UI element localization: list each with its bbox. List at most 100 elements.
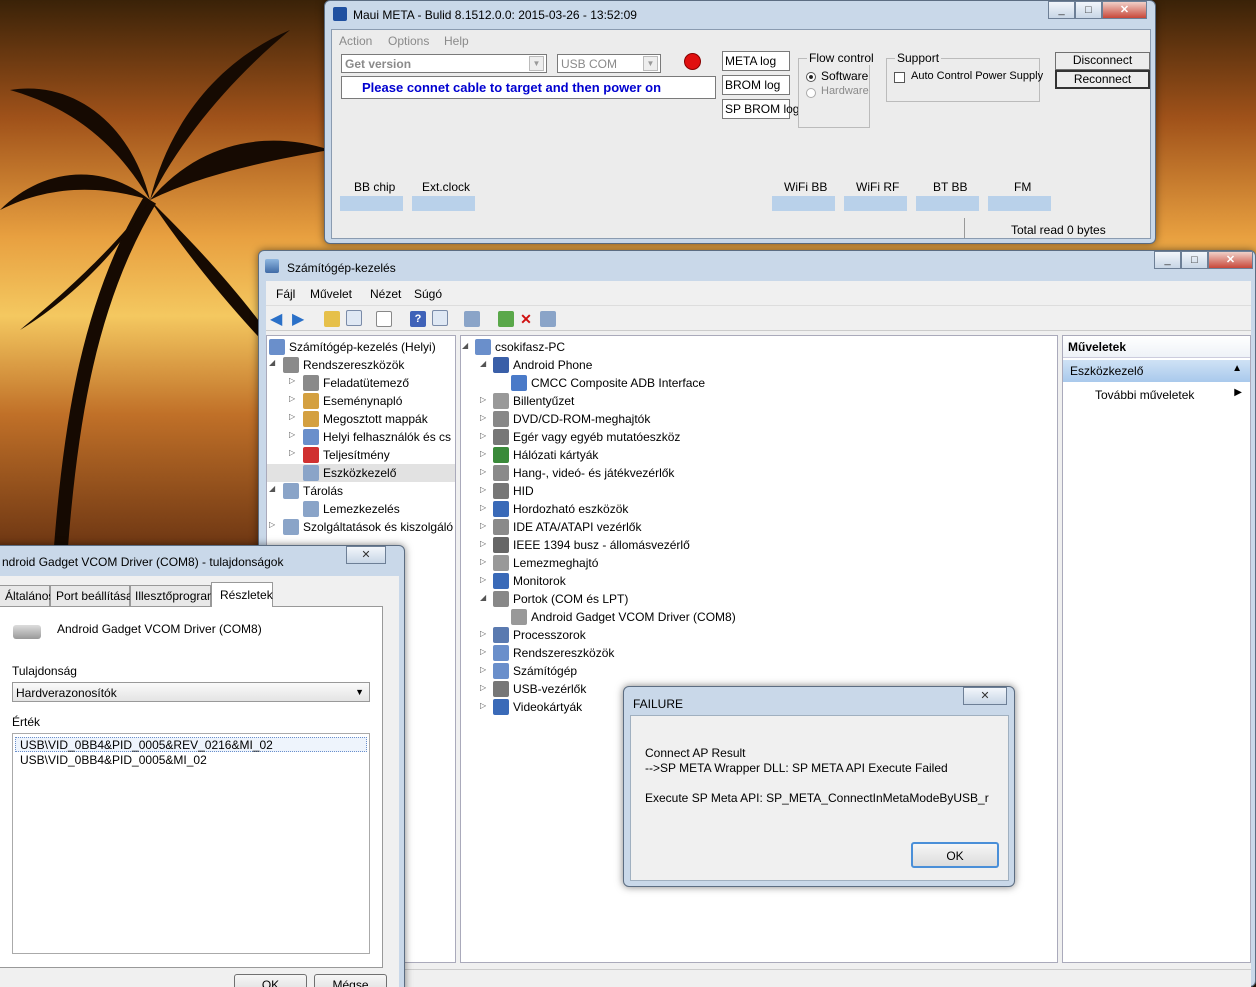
expand-arrow-icon[interactable]: ▷	[269, 520, 275, 529]
device-tree-item[interactable]: ▷ Hordozható eszközök	[461, 500, 1057, 518]
hardware-radio[interactable]	[806, 88, 816, 98]
expand-arrow-icon[interactable]: ▷	[480, 467, 486, 476]
collapse-arrow-icon[interactable]: ◢	[462, 341, 468, 350]
forward-icon[interactable]: ▶	[292, 309, 304, 329]
expand-arrow-icon[interactable]: ▷	[289, 412, 295, 421]
tree-storage[interactable]: ◢ Tárolás	[267, 482, 455, 500]
device-tree-item[interactable]: ▷ Hálózati kártyák	[461, 446, 1057, 464]
cancel-button[interactable]: Mégse	[314, 974, 387, 987]
software-radio[interactable]	[806, 72, 816, 82]
expand-arrow-icon[interactable]: ▷	[289, 430, 295, 439]
enable-device-icon[interactable]	[540, 311, 556, 327]
expand-arrow-icon[interactable]: ▷	[480, 395, 486, 404]
value-list[interactable]: USB\VID_0BB4&PID_0005&REV_0216&MI_02 USB…	[12, 733, 370, 954]
expand-arrow-icon[interactable]: ▷	[480, 701, 486, 710]
menu-help[interactable]: Súgó	[414, 287, 442, 301]
uninstall-icon[interactable]: ✕	[518, 311, 534, 327]
update-driver-icon[interactable]	[498, 311, 514, 327]
expand-arrow-icon[interactable]: ▷	[289, 448, 295, 457]
tree-system-tools[interactable]: ◢ Rendszereszközök	[267, 356, 455, 374]
expand-arrow-icon[interactable]: ▷	[289, 376, 295, 385]
brom-log-button[interactable]: BROM log	[722, 75, 790, 95]
actions-section-device-manager[interactable]: Eszközkezelő ▲	[1063, 360, 1250, 382]
menu-action[interactable]: Művelet	[310, 287, 352, 301]
expand-arrow-icon[interactable]: ▷	[480, 449, 486, 458]
tree-services[interactable]: ▷ Szolgáltatások és kiszolgáló	[267, 518, 455, 536]
port-select[interactable]: USB COM ▼	[557, 54, 661, 73]
device-tree-item[interactable]: Android Gadget VCOM Driver (COM8)	[461, 608, 1057, 626]
tree-device-manager[interactable]: Eszközkezelő	[267, 464, 455, 482]
list-item[interactable]: USB\VID_0BB4&PID_0005&REV_0216&MI_02	[15, 737, 367, 752]
auto-power-checkbox[interactable]	[894, 72, 905, 83]
close-button[interactable]: ✕	[1208, 251, 1253, 269]
tree-performance[interactable]: ▷ Teljesítmény	[267, 446, 455, 464]
expand-arrow-icon[interactable]: ▷	[480, 557, 486, 566]
tab-port-settings[interactable]: Port beállítása	[50, 585, 133, 606]
device-tree-item[interactable]: ▷ Billentyűzet	[461, 392, 1057, 410]
device-tree-item[interactable]: ▷ IDE ATA/ATAPI vezérlők	[461, 518, 1057, 536]
device-tree-item[interactable]: ◢ csokifasz-PC	[461, 338, 1057, 356]
device-tree-item[interactable]: ◢ Portok (COM és LPT)	[461, 590, 1057, 608]
device-tree-item[interactable]: ▷ Egér vagy egyéb mutatóeszköz	[461, 428, 1057, 446]
menu-file[interactable]: Fájl	[276, 287, 295, 301]
ok-button[interactable]: OK	[911, 842, 999, 868]
property-select[interactable]: Hardverazonosítók ▼	[12, 682, 370, 702]
collapse-arrow-icon[interactable]: ◢	[480, 593, 486, 602]
close-button[interactable]: ✕	[346, 546, 386, 564]
tab-details[interactable]: Részletek	[211, 582, 273, 607]
tree-event-viewer[interactable]: ▷ Eseménynapló	[267, 392, 455, 410]
device-tree-item[interactable]: ◢ Android Phone	[461, 356, 1057, 374]
tab-general[interactable]: Általános	[0, 585, 54, 606]
scan-hardware-icon[interactable]	[464, 311, 480, 327]
menu-help[interactable]: Help	[444, 34, 469, 48]
help-icon[interactable]: ?	[410, 311, 426, 327]
device-tree-item[interactable]: ▷ Lemezmeghajtó	[461, 554, 1057, 572]
expand-arrow-icon[interactable]: ▷	[480, 485, 486, 494]
more-actions-item[interactable]: További műveletek ▶	[1063, 384, 1250, 404]
collapse-arrow-icon[interactable]: ◢	[480, 359, 486, 368]
expand-arrow-icon[interactable]: ▷	[480, 629, 486, 638]
device-tree-item[interactable]: ▷ Hang-, videó- és játékvezérlők	[461, 464, 1057, 482]
minimize-button[interactable]: _	[1048, 1, 1075, 19]
tree-disk-management[interactable]: Lemezkezelés	[267, 500, 455, 518]
expand-arrow-icon[interactable]: ▷	[480, 503, 486, 512]
close-button[interactable]: ✕	[963, 687, 1007, 705]
device-tree-item[interactable]: ▷ IEEE 1394 busz - állomásvezérlő	[461, 536, 1057, 554]
show-tree-icon[interactable]	[346, 310, 362, 326]
meta-log-button[interactable]: META log	[722, 51, 790, 71]
menu-action[interactable]: Action	[339, 34, 372, 48]
device-tree-item[interactable]: ▷ Processzorok	[461, 626, 1057, 644]
properties-icon[interactable]	[376, 311, 392, 327]
minimize-button[interactable]: _	[1154, 251, 1181, 269]
device-tree-item[interactable]: CMCC Composite ADB Interface	[461, 374, 1057, 392]
list-item[interactable]: USB\VID_0BB4&PID_0005&MI_02	[15, 753, 367, 768]
device-tree-item[interactable]: ▷ HID	[461, 482, 1057, 500]
expand-arrow-icon[interactable]: ▷	[480, 665, 486, 674]
expand-arrow-icon[interactable]: ▷	[480, 413, 486, 422]
maximize-button[interactable]: □	[1075, 1, 1102, 19]
tab-driver[interactable]: Illesztőprogram	[130, 585, 217, 606]
disconnect-button[interactable]: Disconnect	[1055, 52, 1150, 70]
maximize-button[interactable]: □	[1181, 251, 1208, 269]
close-button[interactable]: ✕	[1102, 1, 1147, 19]
device-tree-item[interactable]: ▷ Monitorok	[461, 572, 1057, 590]
menu-options[interactable]: Options	[388, 34, 429, 48]
tree-local-users[interactable]: ▷ Helyi felhasználók és cs	[267, 428, 455, 446]
collapse-arrow-icon[interactable]: ◢	[269, 484, 275, 493]
device-tree-item[interactable]: ▷ DVD/CD-ROM-meghajtók	[461, 410, 1057, 428]
device-tree-item[interactable]: ▷ Rendszereszközök	[461, 644, 1057, 662]
back-icon[interactable]: ◀	[270, 309, 282, 329]
expand-arrow-icon[interactable]: ▷	[289, 394, 295, 403]
action-select[interactable]: Get version ▼	[341, 54, 547, 73]
expand-arrow-icon[interactable]: ▷	[480, 539, 486, 548]
ok-button[interactable]: OK	[234, 974, 307, 987]
expand-arrow-icon[interactable]: ▷	[480, 575, 486, 584]
collapse-arrow-icon[interactable]: ◢	[269, 358, 275, 367]
expand-arrow-icon[interactable]: ▷	[480, 431, 486, 440]
menu-view[interactable]: Nézet	[370, 287, 401, 301]
tree-computer-management[interactable]: Számítógép-kezelés (Helyi)	[267, 338, 455, 356]
tree-task-scheduler[interactable]: ▷ Feladatütemező	[267, 374, 455, 392]
expand-arrow-icon[interactable]: ▷	[480, 647, 486, 656]
sp-brom-log-button[interactable]: SP BROM log	[722, 99, 799, 119]
reconnect-button[interactable]: Reconnect	[1055, 70, 1150, 89]
